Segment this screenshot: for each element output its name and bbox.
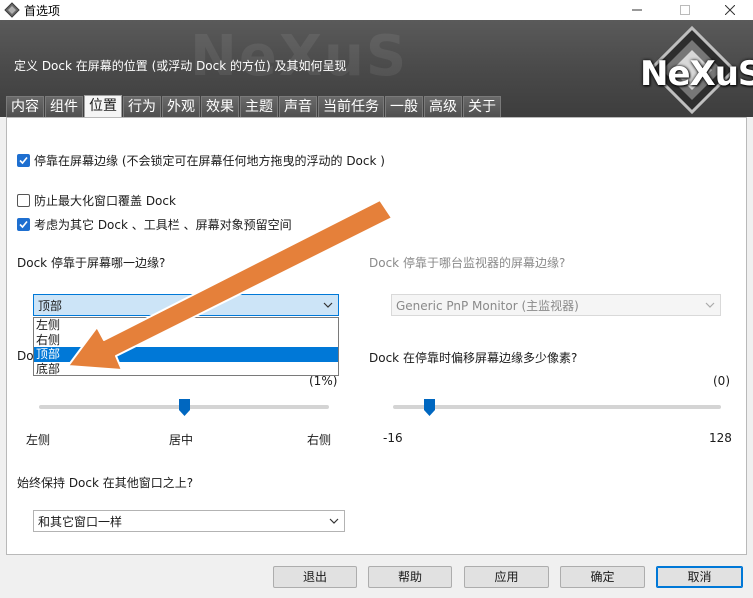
- nexus-logo: NeXuS: [630, 22, 753, 117]
- prevent-cover-option[interactable]: 防止最大化窗口覆盖 Dock: [17, 192, 176, 209]
- offset-max-label: 128: [709, 431, 732, 445]
- dock-to-edge-option[interactable]: 停靠在屏幕边缘 (不会锁定可在屏幕任何地方拖曳的浮动的 Dock ): [17, 152, 385, 169]
- edge-select-value: 顶部: [38, 298, 63, 313]
- position-settings-panel: 停靠在屏幕边缘 (不会锁定可在屏幕任何地方拖曳的浮动的 Dock ) 防止最大化…: [6, 117, 747, 555]
- edge-option-top[interactable]: 顶部: [34, 347, 338, 362]
- monitor-select[interactable]: Generic PnP Monitor (主监视器): [391, 294, 721, 316]
- dock-to-edge-checkbox[interactable]: [17, 154, 30, 167]
- position-left-label: 左侧: [26, 433, 51, 447]
- help-button[interactable]: 帮助: [368, 566, 452, 588]
- position-question-partial: Do: [17, 349, 34, 363]
- position-right-label: 右侧: [307, 433, 332, 447]
- maximize-button[interactable]: [662, 0, 708, 20]
- tab-content[interactable]: 内容: [6, 96, 44, 117]
- ontop-question: 始终保持 Dock 在其他窗口之上?: [17, 476, 194, 490]
- reserve-space-label: 考虑为其它 Dock 、工具栏 、屏幕对象预留空间: [34, 218, 292, 232]
- offset-slider-track[interactable]: [393, 405, 721, 409]
- close-button[interactable]: [707, 0, 753, 20]
- tab-advanced[interactable]: 高级: [424, 96, 462, 117]
- exit-button[interactable]: 退出: [273, 566, 357, 588]
- offset-min-label: -16: [383, 431, 403, 445]
- monitor-question: Dock 停靠于哪台监视器的屏幕边缘?: [369, 256, 566, 270]
- dock-to-edge-label: 停靠在屏幕边缘 (不会锁定可在屏幕任何地方拖曳的浮动的 Dock ): [34, 154, 385, 168]
- reserve-space-checkbox[interactable]: [17, 218, 30, 231]
- offset-question: Dock 在停靠时偏移屏幕边缘多少像素?: [369, 351, 578, 365]
- window-title: 首选项: [24, 4, 61, 18]
- tab-position[interactable]: 位置: [84, 95, 122, 117]
- logo-text: NeXuS: [640, 54, 753, 94]
- tab-bar: 内容 组件 位置 行为 外观 效果 主题 声音 当前任务 一般 高级 关于: [6, 95, 502, 117]
- cancel-button[interactable]: 取消: [656, 566, 743, 588]
- chevron-down-icon: [705, 302, 715, 308]
- title-bar: 首选项: [0, 0, 753, 20]
- tab-about[interactable]: 关于: [463, 96, 501, 117]
- minimize-icon: [632, 9, 642, 11]
- close-icon: [725, 5, 735, 15]
- edge-option-bottom[interactable]: 底部: [34, 362, 338, 377]
- prevent-cover-checkbox[interactable]: [17, 194, 30, 207]
- edge-option-right[interactable]: 右侧: [34, 333, 338, 348]
- chevron-down-icon: [323, 302, 333, 308]
- monitor-select-value: Generic PnP Monitor (主监视器): [396, 298, 579, 313]
- position-slider-thumb[interactable]: [178, 399, 190, 416]
- checkmark-icon: [19, 156, 28, 165]
- position-center-label: 居中: [169, 433, 194, 447]
- tab-sounds[interactable]: 声音: [279, 96, 317, 117]
- app-diamond-icon: [4, 2, 20, 18]
- ontop-select[interactable]: 和其它窗口一样: [33, 510, 345, 532]
- offset-value-label: (0): [713, 374, 730, 388]
- edge-question: Dock 停靠于屏幕哪一边缘?: [17, 256, 166, 270]
- tab-behavior[interactable]: 行为: [123, 96, 161, 117]
- prevent-cover-label: 防止最大化窗口覆盖 Dock: [34, 194, 176, 208]
- edge-select[interactable]: 顶部: [33, 294, 339, 316]
- minimize-button[interactable]: [614, 0, 660, 20]
- checkmark-icon: [19, 220, 28, 229]
- reserve-space-option[interactable]: 考虑为其它 Dock 、工具栏 、屏幕对象预留空间: [17, 216, 292, 233]
- edge-dropdown-list: 左侧 右侧 顶部 底部: [33, 317, 339, 376]
- chevron-down-icon: [329, 518, 339, 524]
- position-value-label: (1%): [309, 374, 338, 388]
- maximize-icon: [680, 5, 690, 15]
- tab-components[interactable]: 组件: [45, 96, 83, 117]
- ok-button[interactable]: 确定: [560, 566, 645, 588]
- apply-button[interactable]: 应用: [464, 566, 549, 588]
- tab-appearance[interactable]: 外观: [162, 96, 200, 117]
- page-description: 定义 Dock 在屏幕的位置 (或浮动 Dock 的方位) 及其如何呈现: [14, 59, 347, 73]
- tab-themes[interactable]: 主题: [240, 96, 278, 117]
- offset-slider-thumb[interactable]: [423, 399, 435, 416]
- tab-general[interactable]: 一般: [385, 96, 423, 117]
- tab-running-tasks[interactable]: 当前任务: [318, 96, 384, 117]
- ontop-select-value: 和其它窗口一样: [38, 514, 123, 529]
- edge-option-left[interactable]: 左侧: [34, 318, 338, 333]
- tab-effects[interactable]: 效果: [201, 96, 239, 117]
